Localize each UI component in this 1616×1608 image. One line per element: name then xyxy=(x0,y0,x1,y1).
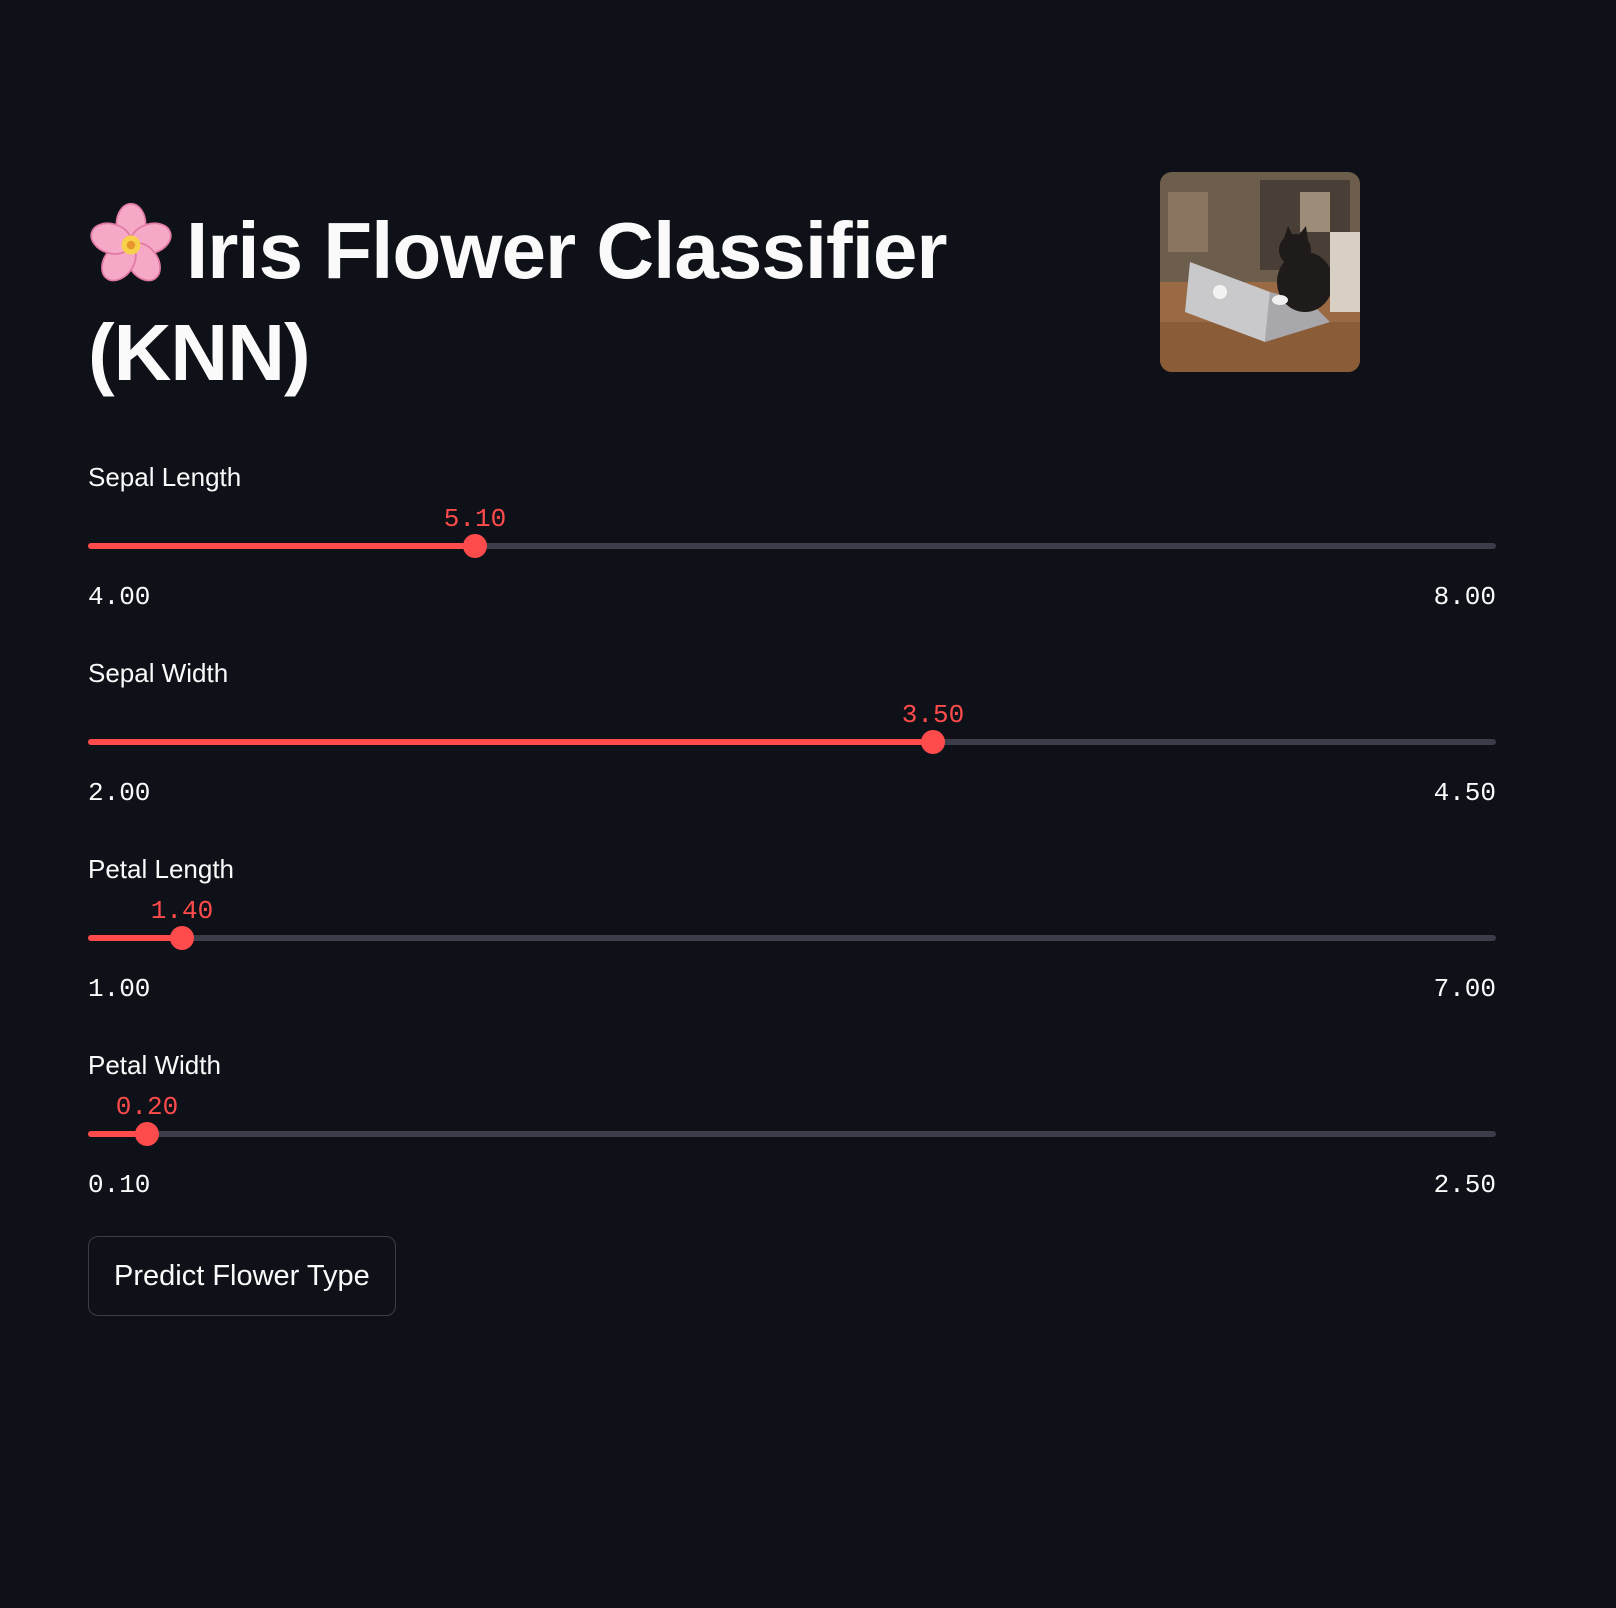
slider-min-label: 2.00 xyxy=(88,778,151,808)
slider-sepal-width: Sepal Width 3.50 2.00 4.50 xyxy=(88,658,1496,828)
slider-current-value: 3.50 xyxy=(901,700,965,730)
slider-track[interactable] xyxy=(88,543,1496,549)
cherry-blossom-icon xyxy=(90,202,172,282)
slider-current-value: 1.40 xyxy=(150,896,214,926)
slider-track-fill xyxy=(88,739,933,745)
slider-min-label: 0.10 xyxy=(88,1170,151,1200)
slider-min-label: 1.00 xyxy=(88,974,151,1004)
slider-track-fill xyxy=(88,543,475,549)
page-header: Iris Flower Classifier (KNN) xyxy=(88,200,1008,404)
slider-current-value: 0.20 xyxy=(115,1092,179,1122)
slider-label: Petal Width xyxy=(88,1050,221,1080)
slider-max-label: 4.50 xyxy=(1433,778,1496,808)
page-title: Iris Flower Classifier (KNN) xyxy=(88,200,1008,404)
slider-max-label: 7.00 xyxy=(1433,974,1496,1004)
slider-track[interactable] xyxy=(88,739,1496,745)
slider-min-label: 4.00 xyxy=(88,582,151,612)
slider-track[interactable] xyxy=(88,1131,1496,1137)
slider-sepal-length: Sepal Length 5.10 4.00 8.00 xyxy=(88,462,1496,632)
slider-label: Sepal Length xyxy=(88,462,242,492)
app-root: Iris Flower Classifier (KNN) Sepal Lengt… xyxy=(0,0,1616,1608)
slider-track-fill xyxy=(88,935,182,941)
slider-petal-width: Petal Width 0.20 0.10 2.50 xyxy=(88,1050,1496,1220)
slider-track[interactable] xyxy=(88,935,1496,941)
slider-current-value: 5.10 xyxy=(443,504,507,534)
slider-thumb[interactable] xyxy=(921,730,945,754)
slider-label: Petal Length xyxy=(88,854,235,884)
slider-max-label: 8.00 xyxy=(1433,582,1496,612)
slider-thumb[interactable] xyxy=(170,926,194,950)
predict-flower-type-button[interactable]: Predict Flower Type xyxy=(88,1236,396,1316)
page-title-text: Iris Flower Classifier (KNN) xyxy=(88,206,948,397)
slider-label: Sepal Width xyxy=(88,658,229,688)
slider-petal-length: Petal Length 1.40 1.00 7.00 xyxy=(88,854,1496,1024)
cat-laptop-image xyxy=(1160,172,1360,372)
slider-max-label: 2.50 xyxy=(1433,1170,1496,1200)
slider-thumb[interactable] xyxy=(135,1122,159,1146)
slider-thumb[interactable] xyxy=(463,534,487,558)
